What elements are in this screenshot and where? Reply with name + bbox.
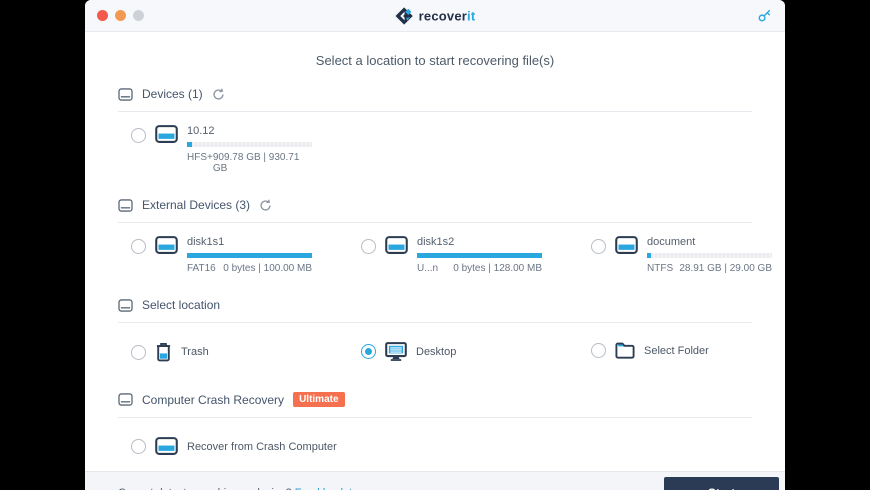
radio-device-disk1s2[interactable] — [361, 239, 376, 254]
desktop-icon — [385, 342, 407, 361]
disk-section-icon — [118, 298, 133, 312]
crash-row: Recover from Crash Computer — [118, 418, 752, 471]
device-name: disk1s1 — [187, 236, 225, 248]
radio-trash[interactable] — [131, 344, 146, 360]
ultimate-badge: Ultimate — [293, 392, 345, 407]
external-devices-row: disk1s1 FAT16 0 bytes | 100.00 MB disk1s… — [118, 223, 772, 289]
device-tile-disk1s1[interactable]: disk1s1 FAT16 0 bytes | 100.00 MB — [131, 236, 361, 274]
refresh-external-icon[interactable] — [259, 199, 272, 212]
crash-recovery-option[interactable]: Recover from Crash Computer — [131, 437, 337, 456]
disk-section-icon — [118, 87, 133, 101]
device-name: disk1s2 — [417, 236, 455, 248]
radio-device-disk1s1[interactable] — [131, 239, 146, 254]
section-title-crash: Computer Crash Recovery — [142, 392, 285, 407]
location-label: Desktop — [416, 345, 457, 358]
trash-icon — [155, 342, 172, 362]
main-content: Select a location to start recovering fi… — [85, 32, 785, 471]
refresh-devices-icon[interactable] — [212, 88, 225, 101]
usage-bar — [417, 253, 542, 258]
device-size: 0 bytes | 128.00 MB — [453, 263, 542, 274]
zoom-window-button[interactable] — [133, 10, 144, 21]
device-tile-document[interactable]: document NTFS 28.91 GB | 29.00 GB — [591, 236, 785, 274]
device-size: 28.91 GB | 29.00 GB — [679, 263, 772, 274]
page-title: Select a location to start recovering fi… — [315, 53, 555, 68]
usage-bar — [187, 253, 312, 258]
device-tile-disk1s2[interactable]: disk1s2 U...n 0 bytes | 128.00 MB — [361, 236, 591, 274]
location-option-select-folder[interactable]: Select Folder — [591, 342, 785, 359]
radio-crash-recovery[interactable] — [131, 439, 146, 454]
disk-section-icon — [118, 393, 133, 406]
device-name: document — [647, 236, 696, 248]
start-button[interactable]: Start — [664, 477, 779, 490]
hard-drive-icon — [155, 437, 178, 456]
hard-drive-icon — [615, 236, 638, 255]
location-label: Select Folder — [644, 344, 709, 357]
section-title-devices: Devices (1) — [142, 87, 203, 101]
recoverit-logo-icon — [395, 6, 414, 25]
radio-device-document[interactable] — [591, 239, 606, 254]
device-tile-1012[interactable]: 10.12 HFS+ 909.78 GB | 930.71 GB — [131, 125, 361, 174]
radio-select-folder[interactable] — [591, 343, 606, 358]
location-label: Trash — [181, 346, 209, 358]
footer: Cannot detect your drive or device? Feed… — [85, 471, 785, 490]
recoverit-window: recoverit Select a location to start rec… — [85, 0, 785, 490]
section-header-external: External Devices (3) — [118, 189, 752, 223]
traffic-lights — [97, 10, 144, 21]
device-filesystem: FAT16 — [187, 263, 216, 274]
titlebar: recoverit — [85, 0, 785, 32]
folder-icon — [615, 342, 635, 359]
device-name: 10.12 — [187, 125, 215, 137]
recoverit-logo: recoverit — [395, 6, 476, 25]
radio-device-1012[interactable] — [131, 128, 146, 143]
usage-bar — [187, 142, 312, 147]
activation-key-icon[interactable] — [755, 7, 773, 25]
disk-section-icon — [118, 198, 133, 212]
close-window-button[interactable] — [97, 10, 108, 21]
hard-drive-icon — [155, 236, 178, 255]
location-option-trash[interactable]: Trash — [131, 342, 361, 362]
devices-row: 10.12 HFS+ 909.78 GB | 930.71 GB — [118, 112, 752, 189]
section-title-external: External Devices (3) — [142, 198, 251, 212]
device-size: 0 bytes | 100.00 MB — [223, 263, 312, 274]
device-filesystem: NTFS — [647, 263, 674, 274]
minimize-window-button[interactable] — [115, 10, 126, 21]
location-option-desktop[interactable]: Desktop — [361, 342, 591, 361]
hard-drive-icon — [155, 125, 178, 144]
device-filesystem: HFS+ — [187, 152, 213, 163]
usage-bar — [647, 253, 772, 258]
logo-wordmark: recoverit — [418, 8, 476, 23]
section-header-devices: Devices (1) — [118, 78, 752, 112]
location-row: Trash Desktop Select Folder — [118, 323, 752, 383]
section-header-crash: Computer Crash Recovery Ultimate — [118, 383, 752, 418]
crash-option-label: Recover from Crash Computer — [187, 440, 337, 453]
footer-note: Cannot detect your drive or device? Feed… — [118, 487, 376, 490]
device-filesystem: U...n — [417, 263, 439, 274]
section-title-location: Select location — [142, 298, 221, 312]
device-size: 909.78 GB | 930.71 GB — [212, 152, 300, 174]
feedback-link[interactable]: Feed back to us — [295, 487, 373, 490]
section-header-location: Select location — [118, 289, 752, 323]
hard-drive-icon — [385, 236, 408, 255]
radio-desktop[interactable] — [361, 344, 376, 359]
